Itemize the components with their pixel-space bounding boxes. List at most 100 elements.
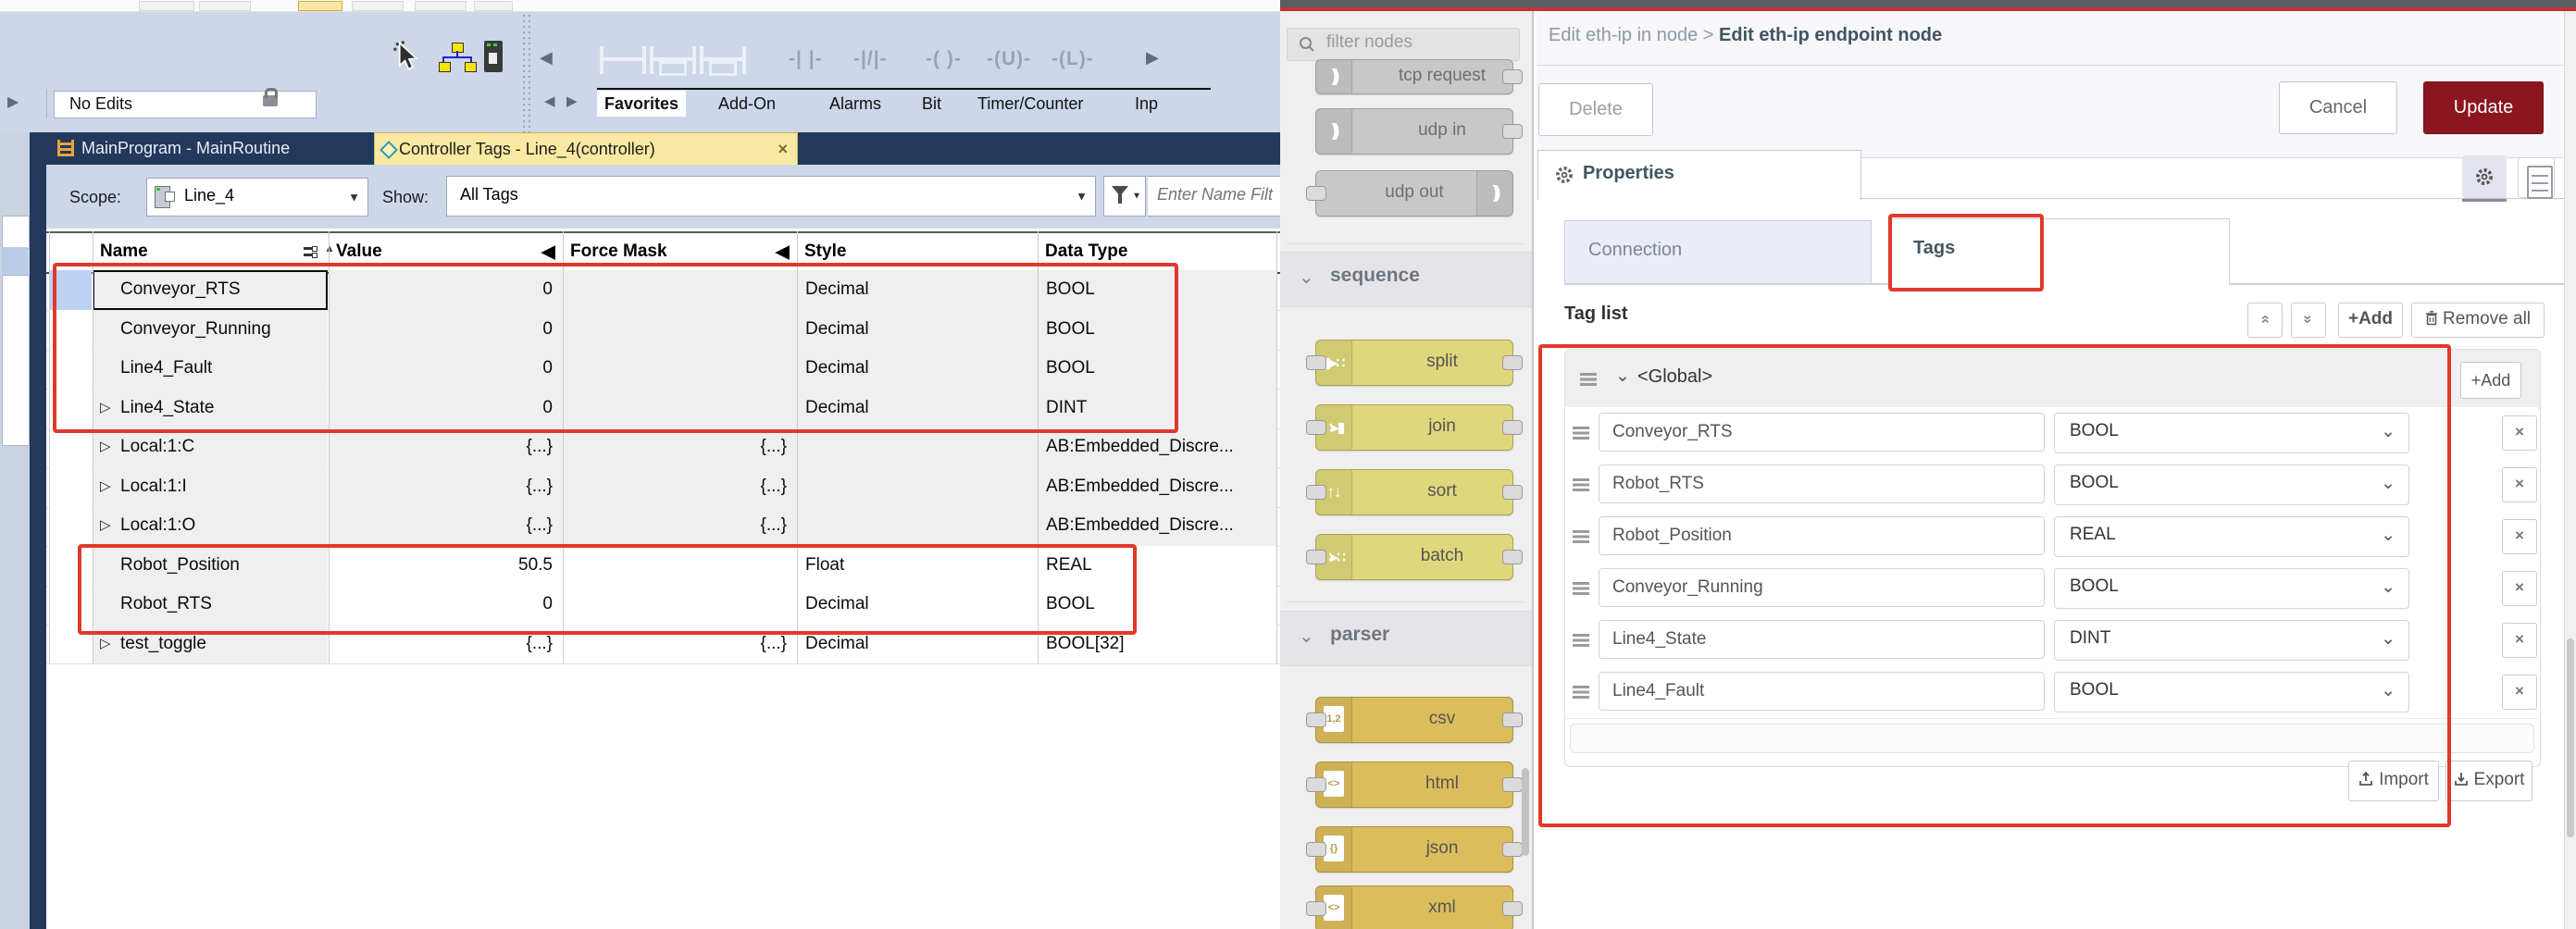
tab-mainprogram-mainroutine[interactable]: MainProgram - MainRoutine: [57, 132, 363, 165]
tag-datatype-cell[interactable]: AB:Embedded_Discre...: [1038, 427, 1277, 467]
group-add-tag-button[interactable]: +Add: [2460, 362, 2521, 399]
tab-connection[interactable]: Connection: [1564, 220, 1872, 285]
remove-tag-button[interactable]: ×: [2502, 571, 2537, 606]
value-column-pin-icon[interactable]: ◀: [541, 242, 555, 263]
palette-scrollbar[interactable]: [1522, 768, 1529, 856]
tag-value-cell[interactable]: 0: [329, 585, 563, 625]
expand-icon[interactable]: ▷: [100, 506, 111, 545]
forcemask-column-pin-icon[interactable]: ◀: [776, 242, 790, 263]
palette-node-json[interactable]: {} json: [1315, 826, 1513, 873]
ote-instruction-button[interactable]: -( )-: [926, 48, 962, 70]
row-selector[interactable]: [49, 625, 92, 663]
palette-node-split[interactable]: ▮▸∷ split: [1315, 340, 1513, 386]
tag-style-cell[interactable]: Decimal: [797, 585, 1039, 625]
close-tab-icon[interactable]: ×: [778, 133, 788, 166]
instruction-tab-input-cut[interactable]: Inp: [1127, 91, 1165, 117]
tag-datatype-cell[interactable]: AB:Embedded_Discre...: [1038, 467, 1277, 507]
col-header-value[interactable]: Value: [336, 242, 382, 262]
otl-instruction-button[interactable]: -(L)-: [1052, 48, 1094, 70]
name-filter-input[interactable]: [1155, 184, 1279, 205]
tag-style-cell[interactable]: Decimal: [797, 270, 1039, 310]
remove-tag-button[interactable]: ×: [2502, 675, 2537, 710]
palette-node-batch[interactable]: ∷▸∷ batch: [1315, 534, 1513, 580]
node-output-port[interactable]: [1502, 69, 1523, 84]
row-selector[interactable]: [49, 585, 92, 625]
palette-search[interactable]: [1287, 28, 1520, 61]
node-output-port[interactable]: [1502, 550, 1523, 564]
tag-datatype-cell[interactable]: BOOL: [1038, 585, 1277, 625]
tag-drop-area[interactable]: [1570, 724, 2534, 753]
add-tag-button[interactable]: +Add: [2338, 303, 2403, 338]
node-input-port[interactable]: [1306, 777, 1326, 792]
node-output-port[interactable]: [1502, 777, 1523, 792]
palette-node-udp-in[interactable]: )) udp in: [1315, 108, 1513, 155]
tag-datatype-cell[interactable]: BOOL[32]: [1038, 625, 1277, 663]
rung-nav-dropdown-icon[interactable]: ▶: [7, 93, 19, 111]
col-header-datatype[interactable]: Data Type: [1045, 242, 1127, 262]
tag-value-cell[interactable]: 0: [329, 349, 563, 389]
remove-tag-button[interactable]: ×: [2502, 467, 2537, 502]
tag-style-cell[interactable]: Decimal: [797, 349, 1039, 389]
xic-instruction-button[interactable]: -| |-: [789, 48, 823, 70]
row-selector[interactable]: [49, 310, 92, 350]
node-input-port[interactable]: [1306, 550, 1326, 564]
instruction-tab-alarms[interactable]: Alarms: [822, 91, 889, 117]
node-output-port[interactable]: [1502, 124, 1523, 139]
cancel-button[interactable]: Cancel: [2279, 81, 2397, 134]
tag-style-cell[interactable]: Decimal: [797, 389, 1039, 428]
drag-handle-icon[interactable]: [1573, 427, 1589, 440]
autohide-pane-chip[interactable]: [2, 247, 28, 275]
tag-forcemask-cell[interactable]: {...}: [563, 625, 797, 663]
tag-type-select[interactable]: BOOL⌄: [2054, 672, 2409, 712]
toolbar-chip[interactable]: [474, 1, 513, 11]
node-input-port[interactable]: [1306, 485, 1326, 500]
toolbar-chip[interactable]: [139, 1, 194, 11]
tag-name-cell[interactable]: ▷Line4_State: [93, 389, 328, 428]
instruction-tab-bit[interactable]: Bit: [915, 91, 949, 117]
tag-forcemask-cell[interactable]: [563, 389, 797, 428]
tag-value-cell[interactable]: {...}: [329, 625, 563, 663]
expand-icon[interactable]: ▷: [100, 389, 111, 427]
tag-datatype-cell[interactable]: AB:Embedded_Discre...: [1038, 506, 1277, 546]
col-header-style[interactable]: Style: [804, 242, 846, 262]
remove-tag-button[interactable]: ×: [2502, 415, 2537, 451]
instruction-scroll-left-icon[interactable]: ◀: [540, 48, 553, 68]
tag-name-input[interactable]: [1599, 620, 2045, 659]
tab-tags[interactable]: Tags: [1889, 218, 2230, 284]
tag-style-cell[interactable]: [797, 427, 1039, 467]
tag-forcemask-cell[interactable]: {...}: [563, 427, 797, 467]
tag-name-cell[interactable]: Robot_RTS: [93, 585, 328, 625]
tag-datatype-cell[interactable]: DINT: [1038, 389, 1277, 428]
export-button[interactable]: Export: [2445, 761, 2532, 801]
move-down-button[interactable]: »: [2291, 303, 2326, 338]
node-output-port[interactable]: [1502, 420, 1523, 435]
toolbar-chip[interactable]: [415, 1, 467, 11]
tag-type-select[interactable]: BOOL⌄: [2054, 568, 2409, 609]
palette-search-input[interactable]: [1325, 31, 1513, 54]
network-who-active-icon[interactable]: [439, 43, 476, 72]
tag-value-cell[interactable]: 50.5: [329, 546, 563, 586]
tag-style-cell[interactable]: Decimal: [797, 625, 1039, 663]
select-tool-icon[interactable]: [392, 41, 420, 72]
tabs-scroll-left-icon[interactable]: ◀: [544, 93, 555, 109]
branch-level-instruction-icon[interactable]: [700, 46, 746, 74]
palette-node-udp-out[interactable]: )) udp out: [1315, 170, 1513, 217]
row-selector[interactable]: [49, 349, 92, 389]
tag-datatype-cell[interactable]: REAL: [1038, 546, 1277, 586]
instruction-tab-addon[interactable]: Add-On: [711, 91, 783, 117]
tag-forcemask-cell[interactable]: [563, 546, 797, 586]
drag-handle-icon[interactable]: [1573, 634, 1589, 647]
palette-node-sort[interactable]: ↑↓ sort: [1315, 469, 1513, 515]
tag-value-cell[interactable]: 0: [329, 389, 563, 428]
delete-button[interactable]: Delete: [1538, 83, 1653, 136]
tag-name-input[interactable]: [1599, 672, 2045, 711]
tag-forcemask-cell[interactable]: [563, 349, 797, 389]
move-up-button[interactable]: »: [2247, 303, 2283, 338]
tag-name-input[interactable]: [1599, 568, 2045, 607]
tag-forcemask-cell[interactable]: [563, 585, 797, 625]
tag-name-cell[interactable]: ▷test_toggle: [93, 625, 328, 663]
drag-handle-icon[interactable]: [1573, 582, 1589, 595]
instruction-tab-timercounter[interactable]: Timer/Counter: [970, 91, 1090, 117]
tag-name-cell[interactable]: ▷Local:1:O: [93, 506, 328, 546]
branch-instruction-icon[interactable]: [650, 46, 696, 74]
